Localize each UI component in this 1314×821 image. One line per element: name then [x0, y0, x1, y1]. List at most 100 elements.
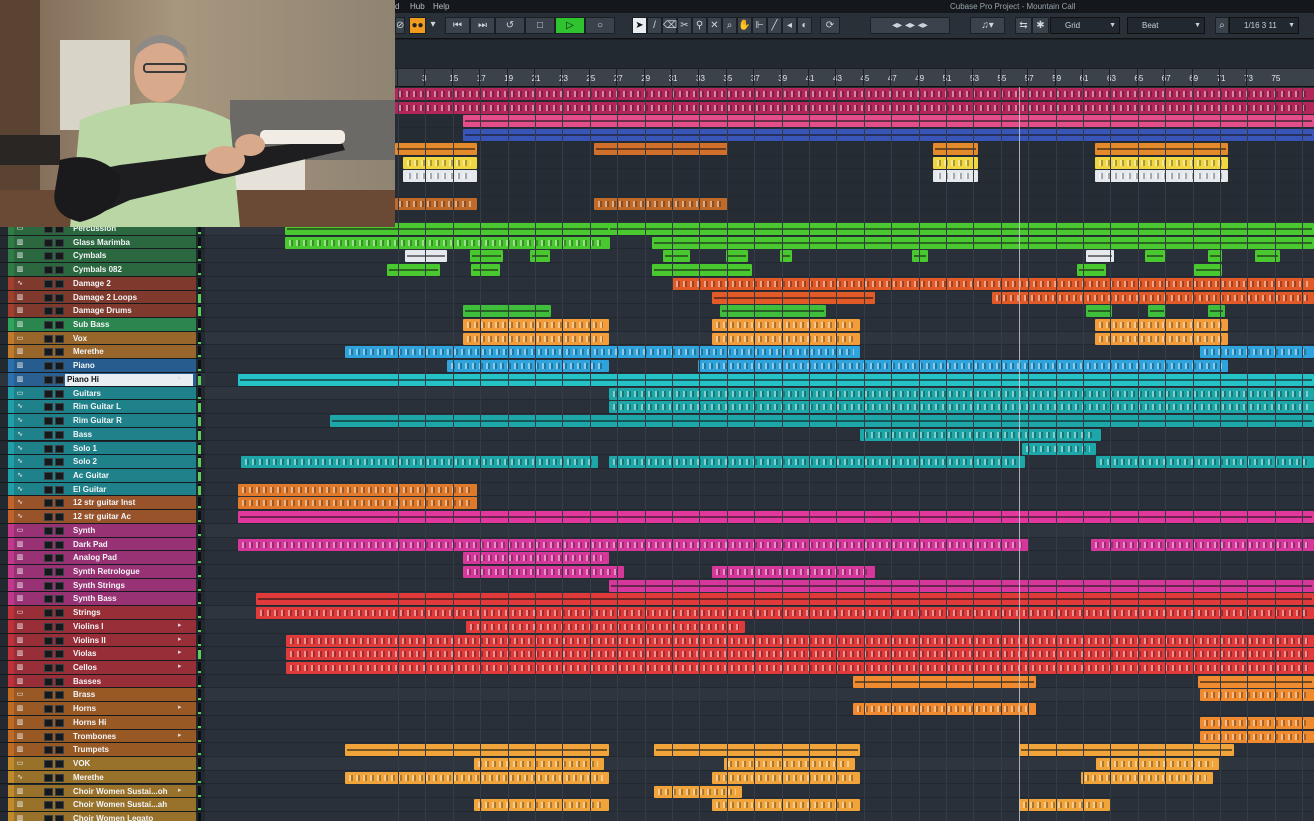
event-part[interactable] [712, 332, 860, 345]
event-part[interactable] [609, 579, 1314, 592]
mute-button[interactable] [44, 609, 53, 618]
menu-item-help[interactable]: Help [433, 2, 449, 11]
mute-button[interactable] [44, 554, 53, 563]
snap-type-button[interactable]: ♫▾ [970, 17, 1005, 34]
event-part[interactable] [403, 170, 477, 183]
track-row[interactable]: ▥ Basses [0, 674, 205, 689]
track-name[interactable]: Glass Marimba [73, 237, 130, 249]
event-part[interactable] [1200, 730, 1314, 743]
mute-button[interactable] [44, 814, 53, 821]
menu-item-hub[interactable]: Hub [410, 2, 425, 11]
event-part[interactable] [860, 428, 1101, 441]
solo-button[interactable] [55, 499, 64, 508]
track-row[interactable]: ▥ Choir Women Legato [0, 811, 205, 821]
mute-button[interactable] [44, 526, 53, 535]
track-row[interactable]: ∿ Rim Guitar L [0, 400, 205, 415]
hand-tool[interactable]: ✋ [737, 17, 752, 34]
solo-button[interactable] [55, 732, 64, 741]
event-part[interactable] [463, 319, 609, 332]
mute-button[interactable] [44, 650, 53, 659]
track-name[interactable]: Strings [73, 607, 101, 619]
event-part[interactable] [1091, 538, 1314, 551]
mute-button[interactable] [44, 293, 53, 302]
solo-button[interactable] [55, 760, 64, 769]
solo-button[interactable] [55, 540, 64, 549]
solo-button[interactable] [55, 307, 64, 316]
solo-button[interactable] [55, 636, 64, 645]
solo-button[interactable] [55, 622, 64, 631]
mute-button[interactable] [44, 252, 53, 261]
solo-button[interactable] [55, 664, 64, 673]
event-part[interactable] [470, 250, 503, 263]
mute-button[interactable] [44, 718, 53, 727]
event-part[interactable] [530, 250, 550, 263]
track-name[interactable]: Basses [73, 676, 101, 688]
event-part[interactable] [1096, 758, 1219, 771]
object-selection-tool[interactable]: ➤ [632, 17, 647, 34]
event-part[interactable] [286, 634, 1314, 647]
expand-arrow-icon[interactable]: ▸ [178, 703, 182, 711]
track-name[interactable]: Vox [73, 333, 87, 345]
event-part[interactable] [238, 511, 1314, 524]
event-part[interactable] [724, 758, 855, 771]
mute-button[interactable] [44, 664, 53, 673]
mute-button[interactable] [44, 636, 53, 645]
event-part[interactable] [345, 744, 609, 757]
track-row[interactable]: ▥ Sub Bass [0, 318, 205, 332]
track-row[interactable]: ▥ Choir Women Sustai...oh ▸ [0, 784, 205, 799]
track-row[interactable]: ▭ Guitars [0, 386, 205, 401]
timeline-ruler[interactable]: 3151719212325272931333537394143454749515… [395, 69, 1314, 87]
event-part[interactable] [1148, 305, 1166, 318]
event-part[interactable] [256, 593, 1314, 606]
track-name[interactable]: Cymbals 082 [73, 264, 122, 276]
track-row[interactable]: ∿ El Guitar [0, 482, 205, 497]
track-name[interactable]: Synth Retrologue [73, 566, 140, 578]
erase-tool[interactable]: ⌫ [662, 17, 677, 34]
event-part[interactable] [609, 401, 1314, 414]
event-part[interactable] [1077, 264, 1106, 277]
time-warp-tool[interactable]: ⊩ [752, 17, 767, 34]
track-row[interactable]: ▥ Violins II ▸ [0, 633, 205, 648]
solo-button[interactable] [55, 362, 64, 371]
play-tool[interactable]: ◂ [782, 17, 797, 34]
event-part[interactable] [726, 250, 748, 263]
stop-button[interactable]: □ [525, 17, 555, 34]
activate-project-button[interactable]: ⊘ [395, 17, 405, 34]
mute-button[interactable] [44, 540, 53, 549]
solo-button[interactable] [55, 293, 64, 302]
mute-button[interactable] [44, 677, 53, 686]
expand-arrow-icon[interactable]: ▸ [178, 662, 182, 670]
event-part[interactable] [712, 291, 875, 304]
track-row[interactable]: ▭ Vox [0, 331, 205, 346]
event-part[interactable] [853, 703, 1036, 716]
track-name[interactable]: Ac Guitar [73, 470, 109, 482]
solo-button[interactable] [55, 595, 64, 604]
event-part[interactable] [933, 142, 978, 155]
event-part[interactable] [474, 799, 609, 812]
track-row[interactable]: ▥ Trombones ▸ [0, 729, 205, 744]
event-part[interactable] [241, 456, 598, 469]
track-row[interactable]: ▥ Cymbals [0, 249, 205, 264]
track-row[interactable]: ▥ Damage Drums [0, 304, 205, 318]
track-row[interactable]: ▥ Synth Strings [0, 578, 205, 593]
mute-button[interactable] [44, 513, 53, 522]
event-part[interactable] [672, 277, 1314, 290]
color-tool[interactable]: ◐ [797, 17, 812, 34]
track-name[interactable]: Horns [73, 703, 96, 715]
solo-button[interactable] [55, 609, 64, 618]
event-part[interactable] [395, 88, 1314, 100]
mute-button[interactable] [44, 773, 53, 782]
solo-button[interactable] [55, 718, 64, 727]
track-name[interactable]: VOK [73, 758, 90, 770]
solo-button[interactable] [55, 321, 64, 330]
track-row[interactable]: ∿ Solo 2 [0, 455, 205, 469]
track-row[interactable]: ▥ Analog Pad [0, 551, 205, 565]
event-part[interactable] [1255, 250, 1280, 263]
track-row[interactable]: ▥ Piano Hi ▸ [0, 372, 205, 387]
event-part[interactable] [1200, 716, 1314, 729]
solo-button[interactable] [55, 375, 64, 384]
track-name[interactable]: Synth Bass [73, 593, 117, 605]
track-row[interactable]: ∿ Merethe [0, 770, 205, 785]
quantize-value-dropdown[interactable]: 1/16 3 11 ▼ [1229, 17, 1299, 34]
go-to-end-button[interactable]: ⏭ [470, 17, 495, 34]
